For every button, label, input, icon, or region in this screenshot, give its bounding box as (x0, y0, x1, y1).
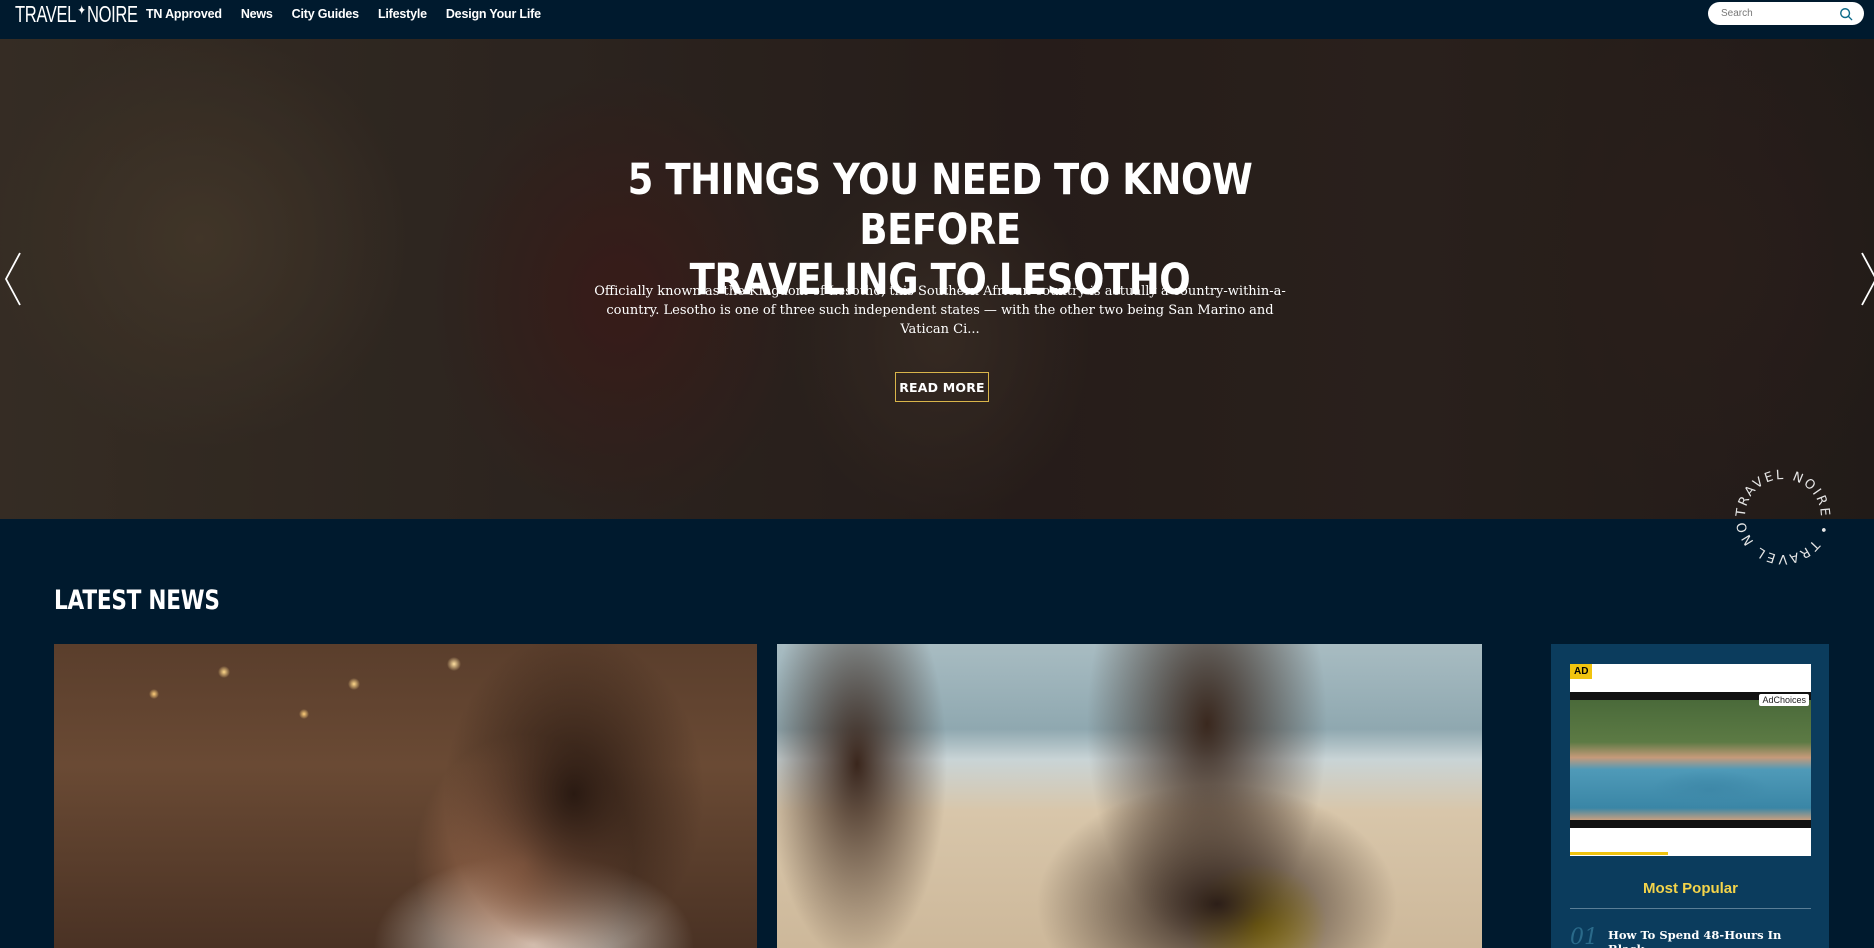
popular-list-item[interactable]: 01 How To Spend 48-Hours In Black- (1570, 925, 1811, 948)
chevron-right-icon[interactable] (1858, 249, 1874, 309)
search-input[interactable] (1721, 8, 1839, 19)
logo-text-right: NOIRE (87, 1, 138, 27)
latest-news-heading: LATEST NEWS (54, 585, 220, 616)
hero-description: Officially known as the Kingdom of Lesot… (590, 282, 1290, 339)
popular-item-title[interactable]: How To Spend 48-Hours In Black- (1608, 928, 1811, 948)
chevron-left-icon[interactable] (2, 249, 24, 309)
nav-item-lifestyle[interactable]: Lifestyle (378, 7, 427, 21)
sidebar: AD AdChoices Most Popular 01 How To Spen… (1551, 644, 1829, 948)
ad-image[interactable] (1570, 692, 1811, 828)
ad-pool-photo (1570, 700, 1811, 820)
logo-mark-icon: ✦ (77, 2, 86, 18)
divider (1570, 908, 1811, 909)
nav-item-tn-approved[interactable]: TN Approved (146, 7, 222, 21)
most-popular-heading: Most Popular (1642, 880, 1738, 897)
ad-progress-bar (1570, 852, 1668, 855)
read-more-button[interactable]: READ MORE (895, 372, 989, 402)
logo-text-left: TRAVEL (15, 1, 77, 27)
news-card-image[interactable] (777, 644, 1482, 948)
hero-description-line-1: Officially known as the Kingdom of Lesot… (594, 284, 1286, 299)
hero-description-line-2: country. Lesotho is one of three such in… (606, 303, 1274, 337)
main-menu: TN Approved News City Guides Lifestyle D… (146, 0, 560, 28)
hero-slider: 5 THINGS YOU NEED TO KNOW BEFORE TRAVELI… (0, 39, 1874, 519)
hero-slide: 5 THINGS YOU NEED TO KNOW BEFORE TRAVELI… (0, 39, 1874, 519)
nav-item-news[interactable]: News (241, 7, 273, 21)
advertisement[interactable]: AD AdChoices (1570, 664, 1811, 856)
adchoices-link[interactable]: AdChoices (1759, 694, 1809, 706)
search-icon[interactable] (1839, 7, 1853, 21)
popular-item-number: 01 (1570, 925, 1598, 948)
travel-noire-circular-badge: TRAVEL NOIRE • TRAVEL NOIRE • (1728, 462, 1832, 566)
nav-item-design-your-life[interactable]: Design Your Life (446, 7, 541, 21)
svg-text:TRAVEL NOIRE • TRAVEL NOIRE •: TRAVEL NOIRE • TRAVEL NOIRE • (1728, 462, 1832, 566)
search-box (1708, 2, 1864, 25)
site-logo[interactable]: TRAVEL ✦ NOIRE (15, 1, 138, 28)
news-card-image[interactable] (54, 644, 757, 948)
top-navigation: TRAVEL ✦ NOIRE TN Approved News City Gui… (0, 0, 1874, 39)
hero-title-line-1: 5 THINGS YOU NEED TO KNOW BEFORE (627, 155, 1253, 255)
nav-item-city-guides[interactable]: City Guides (292, 7, 359, 21)
ad-label: AD (1570, 664, 1593, 679)
badge-text: TRAVEL NOIRE • TRAVEL NOIRE • (1728, 462, 1830, 566)
